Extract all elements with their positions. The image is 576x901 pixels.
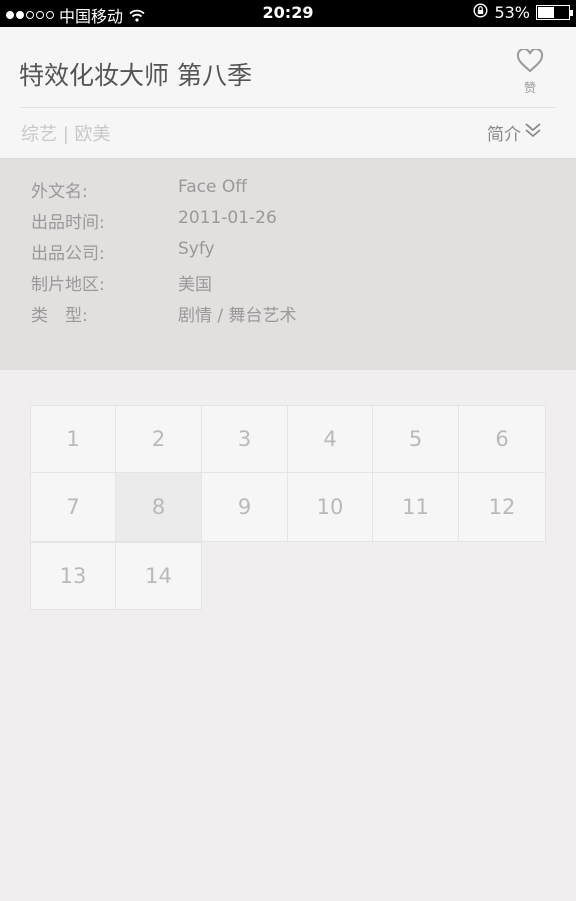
info-key: 外文名: (31, 182, 88, 202)
info-panel: 外文名: Face Off 出品时间: 2011-01-26 出品公司: Syf… (0, 158, 576, 370)
info-value: 剧情 / 舞台艺术 (178, 306, 297, 326)
genre-tags: 综艺 | 欧美 (21, 124, 111, 145)
episode-button-14[interactable]: 14 (115, 542, 202, 610)
episode-button-4[interactable]: 4 (287, 405, 373, 473)
rotation-lock-icon (473, 3, 488, 22)
info-value: 2011-01-26 (178, 208, 277, 228)
heart-icon (516, 47, 544, 77)
info-key: 类 型: (31, 306, 88, 326)
chevron-down-icon (521, 122, 542, 143)
episode-button-13[interactable]: 13 (30, 542, 116, 610)
episode-button-11[interactable]: 11 (372, 472, 459, 542)
intro-label: 简介 (487, 125, 521, 145)
info-key: 制片地区: (31, 275, 105, 295)
info-key: 出品时间: (31, 213, 105, 233)
header: 特效化妆大师 第八季 赞 综艺 | 欧美 简介 (0, 27, 576, 158)
status-bar: 中国移动 20:29 53% (0, 0, 576, 27)
episode-button-7[interactable]: 7 (30, 472, 116, 542)
episode-button-2[interactable]: 2 (115, 405, 202, 473)
episode-button-5[interactable]: 5 (372, 405, 459, 473)
episode-button-6[interactable]: 6 (458, 405, 546, 473)
episode-button-12[interactable]: 12 (458, 472, 546, 542)
episode-button-10[interactable]: 10 (287, 472, 373, 542)
like-label: 赞 (523, 81, 536, 95)
battery-icon (536, 5, 573, 20)
page-title: 特效化妆大师 第八季 (19, 61, 252, 90)
episode-button-8[interactable]: 8 (115, 472, 202, 542)
episode-button-9[interactable]: 9 (201, 472, 288, 542)
info-key: 出品公司: (31, 244, 105, 264)
battery-group: 53% (473, 3, 573, 22)
divider (20, 107, 556, 108)
like-button[interactable]: 赞 (512, 47, 548, 96)
episode-button-1[interactable]: 1 (30, 405, 116, 473)
info-value: 美国 (178, 275, 212, 295)
intro-toggle[interactable]: 简介 (487, 120, 542, 145)
info-value: Syfy (178, 239, 215, 259)
info-value: Face Off (178, 177, 247, 197)
episode-button-3[interactable]: 3 (201, 405, 288, 473)
battery-percent: 53% (494, 3, 530, 22)
